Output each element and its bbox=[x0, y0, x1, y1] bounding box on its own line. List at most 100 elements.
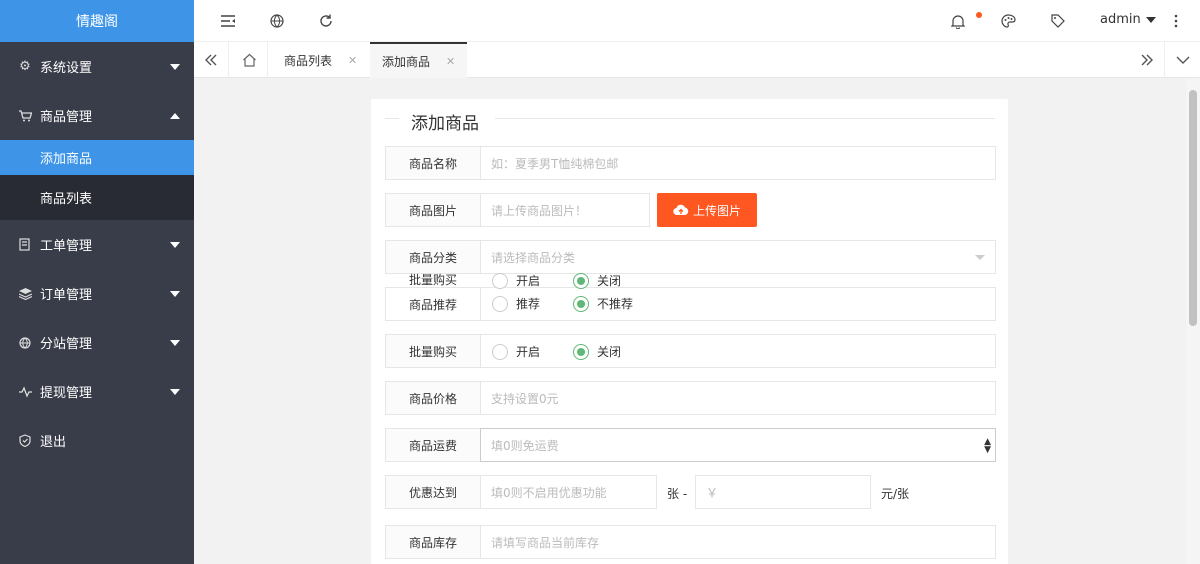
sidebar-item-label: 退出 bbox=[40, 435, 67, 450]
chevron-down-icon bbox=[170, 241, 180, 248]
tab-label: 添加商品 bbox=[382, 54, 431, 69]
radio-label: 开启 bbox=[516, 274, 541, 288]
bell-icon[interactable] bbox=[949, 12, 967, 30]
overlay-bulk-off-radio[interactable]: 关闭 bbox=[573, 272, 621, 289]
discount-quantity-input[interactable]: 填0则不启用优惠功能 bbox=[480, 475, 657, 509]
number-spinner-icon[interactable]: ▲ ▼ bbox=[984, 438, 991, 455]
sidebar: 情趣阁 ⚙ 系统设置 商品管理 添加商品 商品列表 工单管理 订单管理 分站管理 bbox=[0, 0, 194, 564]
goods-recommend-label: 商品推荐 bbox=[409, 298, 458, 312]
discount-row: 优惠达到 填0则不启用优惠功能 张 - ￥ 元/张 bbox=[385, 475, 996, 509]
home-icon[interactable] bbox=[240, 51, 258, 69]
goods-stock-row: 商品库存 请填写商品当前库存 bbox=[385, 525, 996, 559]
goods-price-row: 商品价格 支持设置0元 bbox=[385, 381, 996, 415]
radio-label: 开启 bbox=[516, 345, 541, 359]
recommend-on-radio[interactable]: 推荐 bbox=[492, 295, 540, 312]
goods-price-label: 商品价格 bbox=[385, 381, 481, 415]
goods-shipping-row: 商品运费 填0则免运费 ▲ ▼ bbox=[385, 428, 996, 462]
radio-circle bbox=[492, 343, 508, 360]
pulse-icon bbox=[18, 385, 32, 399]
shield-icon bbox=[18, 434, 32, 448]
ticket-icon bbox=[18, 238, 32, 252]
goods-recommend-label-group: 批量购买 商品推荐 bbox=[385, 273, 481, 321]
recommend-off-radio[interactable]: 不推荐 bbox=[573, 295, 633, 312]
tag-icon[interactable] bbox=[1049, 12, 1067, 30]
upload-button-label: 上传图片 bbox=[692, 203, 741, 218]
chevron-down-icon bbox=[170, 63, 180, 70]
goods-shipping-input[interactable]: 填0则免运费 ▲ ▼ bbox=[480, 428, 996, 462]
sidebar-item-label: 分站管理 bbox=[40, 337, 93, 352]
chevron-down-icon bbox=[170, 388, 180, 395]
tab-add-goods[interactable]: 添加商品 ✕ bbox=[370, 42, 468, 78]
more-vertical-icon[interactable] bbox=[1167, 12, 1185, 30]
bulk-off-radio[interactable]: 关闭 bbox=[573, 343, 621, 360]
tab-goods-list[interactable]: 商品列表 ✕ bbox=[284, 42, 357, 78]
globe-icon[interactable] bbox=[268, 12, 286, 30]
divider bbox=[1164, 42, 1165, 78]
refresh-icon[interactable] bbox=[317, 12, 335, 30]
goods-shipping-label: 商品运费 bbox=[385, 428, 481, 462]
goods-stock-input[interactable]: 请填写商品当前库存 bbox=[480, 525, 996, 559]
goods-category-label: 商品分类 bbox=[385, 240, 481, 274]
select-placeholder: 请选择商品分类 bbox=[491, 250, 576, 265]
radio-circle bbox=[573, 343, 589, 360]
chevron-down-icon[interactable] bbox=[1174, 51, 1192, 69]
form-title: 添加商品 bbox=[411, 114, 479, 134]
goods-image-input[interactable]: 请上传商品图片！ bbox=[480, 193, 650, 227]
top-header: admin bbox=[194, 0, 1200, 42]
scrollbar-thumb[interactable] bbox=[1189, 90, 1197, 326]
bulk-on-radio[interactable]: 开启 bbox=[492, 343, 540, 360]
order-icon bbox=[18, 287, 32, 301]
goods-price-input[interactable]: 支持设置0元 bbox=[480, 381, 996, 415]
overlay-bulk-on-radio[interactable]: 开启 bbox=[492, 272, 540, 289]
close-icon[interactable]: ✕ bbox=[446, 55, 455, 68]
user-menu[interactable]: admin bbox=[1100, 12, 1156, 27]
sidebar-item-withdrawals[interactable]: 提现管理 bbox=[0, 367, 194, 416]
menu-toggle-icon[interactable] bbox=[219, 12, 237, 30]
goods-recommend-field bbox=[480, 287, 996, 321]
sidebar-item-substations[interactable]: 分站管理 bbox=[0, 318, 194, 367]
sidebar-item-goods[interactable]: 商品管理 bbox=[0, 91, 194, 140]
overlay-bulk-label: 批量购买 bbox=[409, 273, 458, 287]
goods-image-label: 商品图片 bbox=[385, 193, 481, 227]
divider bbox=[385, 118, 399, 119]
chevron-up-icon bbox=[170, 112, 180, 119]
sidebar-item-system-settings[interactable]: ⚙ 系统设置 bbox=[0, 42, 194, 91]
goods-name-input[interactable]: 如：夏季男T恤纯棉包邮 bbox=[480, 146, 996, 180]
sidebar-item-logout[interactable]: 退出 bbox=[0, 416, 194, 465]
double-chevron-left-icon[interactable] bbox=[202, 51, 220, 69]
sidebar-item-tickets[interactable]: 工单管理 bbox=[0, 220, 194, 269]
sidebar-item-label: 商品管理 bbox=[40, 110, 93, 125]
goods-category-select[interactable]: 请选择商品分类 bbox=[480, 240, 996, 274]
add-goods-form: 添加商品 商品名称 如：夏季男T恤纯棉包邮 商品图片 请上传商品图片！ 上传图片… bbox=[371, 99, 1008, 564]
sidebar-item-label: 订单管理 bbox=[40, 288, 93, 303]
sidebar-item-orders[interactable]: 订单管理 bbox=[0, 269, 194, 318]
vertical-scrollbar[interactable] bbox=[1186, 78, 1200, 564]
goods-stock-label: 商品库存 bbox=[385, 525, 481, 559]
sidebar-item-label: 提现管理 bbox=[40, 386, 93, 401]
bulk-buy-field bbox=[480, 334, 996, 368]
radio-circle bbox=[492, 272, 508, 289]
app-logo: 情趣阁 bbox=[0, 0, 194, 42]
radio-label: 推荐 bbox=[516, 297, 541, 311]
goods-image-row: 商品图片 请上传商品图片！ 上传图片 bbox=[385, 193, 996, 227]
goods-category-row: 商品分类 请选择商品分类 bbox=[385, 240, 996, 274]
radio-label: 不推荐 bbox=[597, 297, 634, 311]
sidebar-subitem-add-goods[interactable]: 添加商品 bbox=[0, 140, 194, 175]
caret-down-icon bbox=[1145, 16, 1156, 23]
upload-image-button[interactable]: 上传图片 bbox=[657, 193, 757, 227]
palette-icon[interactable] bbox=[999, 12, 1017, 30]
divider bbox=[228, 42, 229, 78]
sidebar-subitem-goods-list[interactable]: 商品列表 bbox=[0, 175, 194, 220]
close-icon[interactable]: ✕ bbox=[348, 54, 357, 67]
cloud-upload-icon bbox=[673, 204, 689, 216]
bulk-buy-label: 批量购买 bbox=[385, 334, 481, 368]
double-chevron-right-icon[interactable] bbox=[1138, 51, 1156, 69]
sidebar-item-label: 系统设置 bbox=[40, 61, 93, 76]
input-placeholder: 填0则免运费 bbox=[491, 438, 559, 453]
goods-name-label: 商品名称 bbox=[385, 146, 481, 180]
unit-sheet-label: 张 - bbox=[667, 487, 688, 501]
discount-price-input[interactable]: ￥ bbox=[695, 475, 871, 509]
gear-icon: ⚙ bbox=[19, 59, 31, 74]
main-content: 添加商品 商品名称 如：夏季男T恤纯棉包邮 商品图片 请上传商品图片！ 上传图片… bbox=[194, 78, 1186, 564]
username: admin bbox=[1100, 12, 1141, 27]
